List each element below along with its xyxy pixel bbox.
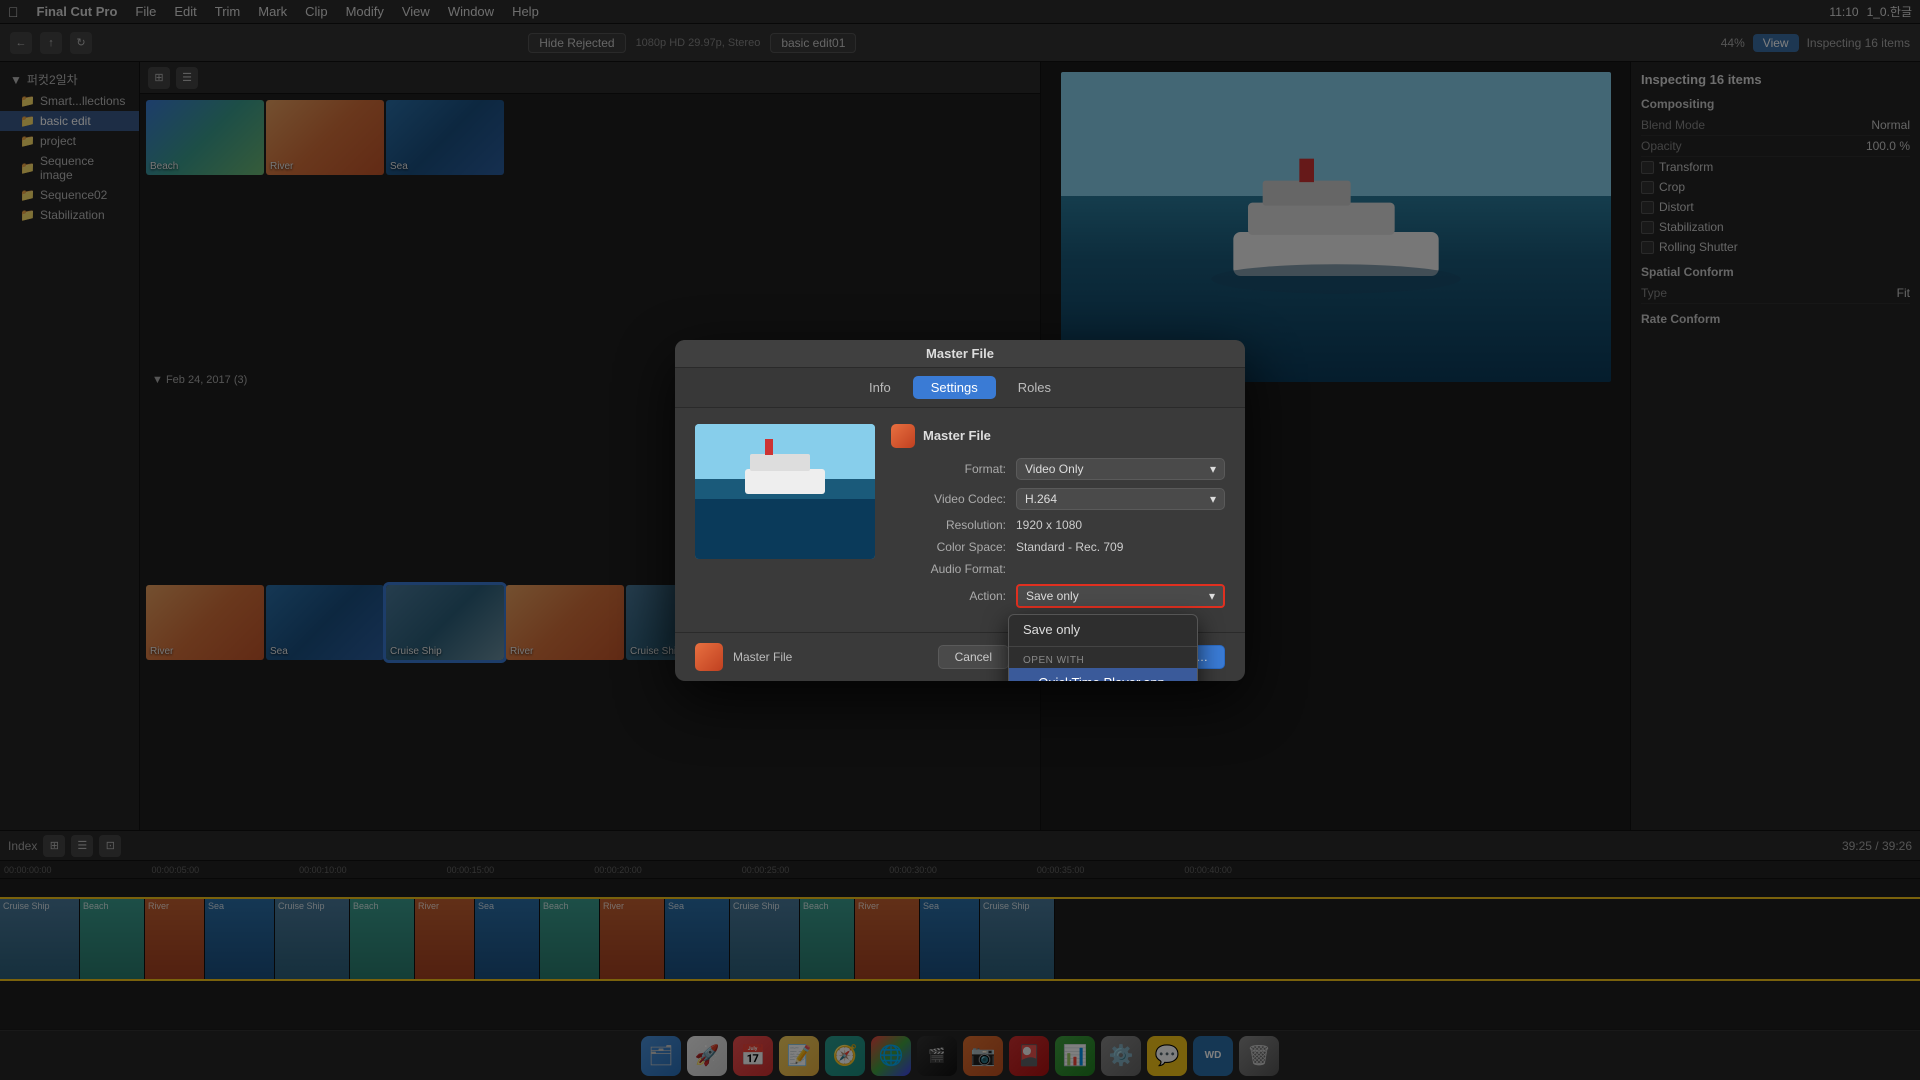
- video-codec-row: Video Codec: H.264 ▾: [891, 488, 1225, 510]
- modal-tabs: Info Settings Roles: [675, 368, 1245, 408]
- dropdown-qt-default[interactable]: ✓ QuickTime Player.app (default): [1009, 668, 1197, 681]
- modal-header-row: Master File: [891, 424, 1225, 448]
- resolution-value-modal: 1920 x 1080: [1016, 518, 1225, 532]
- modal-settings: Master File Format: Video Only ▾ Video C…: [891, 424, 1225, 616]
- save-only-label: Save only: [1023, 622, 1080, 637]
- dropdown-chevron: ▾: [1210, 462, 1216, 476]
- modal-preview-svg: [695, 424, 875, 559]
- action-dropdown-menu: Save only Open With ✓ QuickTime Player.a…: [1008, 614, 1198, 681]
- modal-preview-thumb: [695, 424, 875, 559]
- format-dropdown[interactable]: Video Only ▾: [1016, 458, 1225, 480]
- modal-title: Master File: [675, 340, 1245, 368]
- color-space-label: Color Space:: [891, 540, 1006, 554]
- open-with-header: Open With: [1009, 649, 1197, 668]
- tab-info[interactable]: Info: [851, 376, 909, 399]
- format-row: Format: Video Only ▾: [891, 458, 1225, 480]
- cancel-button[interactable]: Cancel: [938, 645, 1009, 669]
- qt-default-label: QuickTime Player.app (default): [1038, 675, 1183, 681]
- resolution-row: Resolution: 1920 x 1080: [891, 518, 1225, 532]
- modal-footer-text: Master File: [733, 650, 792, 664]
- master-file-modal: Master File Info Settings Roles: [675, 340, 1245, 681]
- audio-format-label: Audio Format:: [891, 562, 1006, 576]
- modal-content-row: Master File Format: Video Only ▾ Video C…: [695, 424, 1225, 616]
- video-codec-dropdown[interactable]: H.264 ▾: [1016, 488, 1225, 510]
- modal-header-title: Master File: [923, 428, 991, 443]
- modal-footer-icon: [695, 643, 723, 671]
- tab-roles[interactable]: Roles: [1000, 376, 1069, 399]
- dropdown-save-only[interactable]: Save only: [1009, 615, 1197, 644]
- action-row: Action: Save only ▾ Save only Open With: [891, 584, 1225, 608]
- tab-settings[interactable]: Settings: [913, 376, 996, 399]
- modal-body: Master File Format: Video Only ▾ Video C…: [675, 408, 1245, 632]
- master-file-icon: [891, 424, 915, 448]
- color-space-value: Standard - Rec. 709: [1016, 540, 1225, 554]
- audio-format-row: Audio Format:: [891, 562, 1225, 576]
- video-codec-value: H.264: [1025, 492, 1057, 506]
- color-space-row: Color Space: Standard - Rec. 709: [891, 540, 1225, 554]
- format-value: Video Only: [1025, 462, 1083, 476]
- action-label: Action:: [891, 589, 1006, 603]
- action-value: Save only: [1026, 589, 1079, 603]
- codec-chevron: ▾: [1210, 492, 1216, 506]
- modal-overlay: Master File Info Settings Roles: [0, 0, 1920, 1080]
- format-label: Format:: [891, 462, 1006, 476]
- divider-1: [1009, 646, 1197, 647]
- action-chevron: ▾: [1209, 589, 1215, 603]
- video-codec-label: Video Codec:: [891, 492, 1006, 506]
- resolution-label-modal: Resolution:: [891, 518, 1006, 532]
- action-dropdown[interactable]: Save only ▾ Save only Open With ✓: [1016, 584, 1225, 608]
